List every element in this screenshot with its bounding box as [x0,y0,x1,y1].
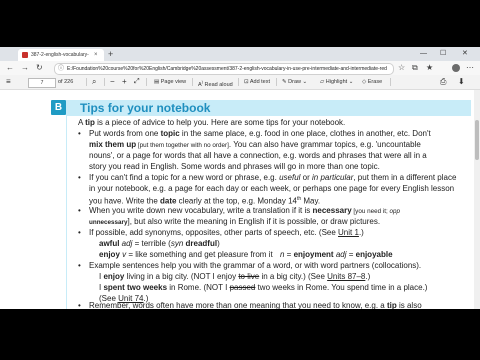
fit-page-icon[interactable]: ⤢ [134,75,140,89]
address-bar[interactable]: ⓘ E:/Foundation%20course%20for%20English… [54,63,394,75]
tip-topics-line-1: Put words from one topic in the same pla… [89,129,431,138]
forward-icon[interactable]: → [21,62,29,74]
read-aloud-label: Read aloud [204,81,233,88]
extensions-icon[interactable]: ⧉ [412,63,418,73]
page-total: of 226 [58,79,74,85]
example-spent-weeks: I spent two weeks in Rome. (NOT I passed… [99,283,428,292]
separator [86,78,87,86]
example-enjoy: enjoy v = like something and get pleasur… [99,250,273,259]
more-icon[interactable]: ⋯ [466,63,474,73]
bullet: • [78,261,81,270]
draw-label: Draw [288,79,301,85]
print-icon[interactable]: ⎙ [440,75,446,89]
separator [192,78,193,86]
close-tab-icon[interactable]: × [94,49,98,61]
unit-1-link[interactable]: Unit 1 [338,228,359,237]
bullet: • [78,206,81,215]
separator [276,78,277,86]
erase-label: Erase [367,79,383,85]
maximize-icon[interactable]: ☐ [440,48,446,60]
zoom-in-icon[interactable]: + [122,75,127,89]
pdf-icon [22,52,28,58]
scrollbar-thumb[interactable] [475,120,479,160]
tip-date-line-2: in your notebook, e.g. a page for each d… [89,184,455,193]
page-view-label: Page view [160,79,187,85]
close-window-icon[interactable]: ✕ [462,48,468,60]
section-title: Tips for your notebook [80,101,211,115]
browser-tab[interactable]: 387-2-english-vocabulary-in-use × [18,49,104,61]
units-87-8-link[interactable]: Units 87–8 [327,272,365,281]
url-text: E:/Foundation%20course%20for%20English/C… [67,66,387,72]
tip-examples-line-1: Example sentences help you with the gram… [89,261,422,270]
erase-button[interactable]: ◇ Erase [362,75,382,89]
highlight-button[interactable]: ▱ Highlight ⌄ [320,75,353,89]
draw-button[interactable]: ✎ Draw ⌄ [282,75,307,89]
bullet: • [78,129,81,138]
add-text-button[interactable]: ⊡ Add text [244,75,270,89]
section-letter-badge: B [51,100,66,115]
tip-meanings-line-1: Remember, words often have more than one… [89,301,422,309]
tab-title: 387-2-english-vocabulary-in-use [31,52,89,58]
separator [390,78,391,86]
search-icon[interactable]: ⌕ [92,75,96,89]
star-icon[interactable]: ☆ [398,63,405,73]
save-icon[interactable]: ⬇ [458,75,465,89]
section-side-bar [66,116,67,309]
highlight-label: Highlight [325,79,348,85]
favorites-icon[interactable]: ★ [426,63,433,73]
example-awful: awful adj = terrible (syn dreadful) [99,239,220,248]
tab-strip: 387-2-english-vocabulary-in-use × + — ☐ … [0,47,480,61]
example-enjoy-living: I enjoy living in a big city. (NOT I enj… [99,272,371,281]
page-number-input[interactable]: 7 [28,78,56,88]
tip-topics-line-4: story you read in English. Some words an… [89,162,380,171]
add-text-label: Add text [249,79,271,85]
zoom-out-icon[interactable]: − [110,75,115,89]
separator [104,78,105,86]
clip-bottom: • Remember, words often have more than o… [0,301,474,309]
bullet: • [78,173,81,182]
refresh-icon[interactable]: ↻ [36,62,43,74]
example-enjoy-forms: n = enjoyment adj = enjoyable [280,250,393,259]
bullet: • [78,301,81,309]
page-view-button[interactable]: ▤ Page view [154,75,186,89]
pdf-toolbar: ≡ 7 of 226 ⌕ − + ⤢ ▤ Page view A) Read a… [0,75,480,90]
address-row: ← → ↻ ⓘ E:/Foundation%20course%20for%20E… [0,61,480,75]
minimize-icon[interactable]: — [420,48,427,60]
separator [146,78,147,86]
tip-date-line-1: If you can't find a topic for a new word… [89,173,457,182]
separator [238,78,239,86]
bullet: • [78,228,81,237]
profile-avatar[interactable] [452,64,460,72]
back-icon[interactable]: ← [6,62,14,74]
info-icon[interactable]: ⓘ [58,64,64,74]
new-tab-button[interactable]: + [108,48,113,60]
intro-text: A tip is a piece of advice to help you. … [78,118,346,127]
contents-icon[interactable]: ≡ [6,75,11,89]
tip-synonyms-line-1: If possible, add synonyms, opposites, ot… [89,228,364,237]
tip-topics-line-3: nouns', or a page for words that all hav… [89,151,427,160]
